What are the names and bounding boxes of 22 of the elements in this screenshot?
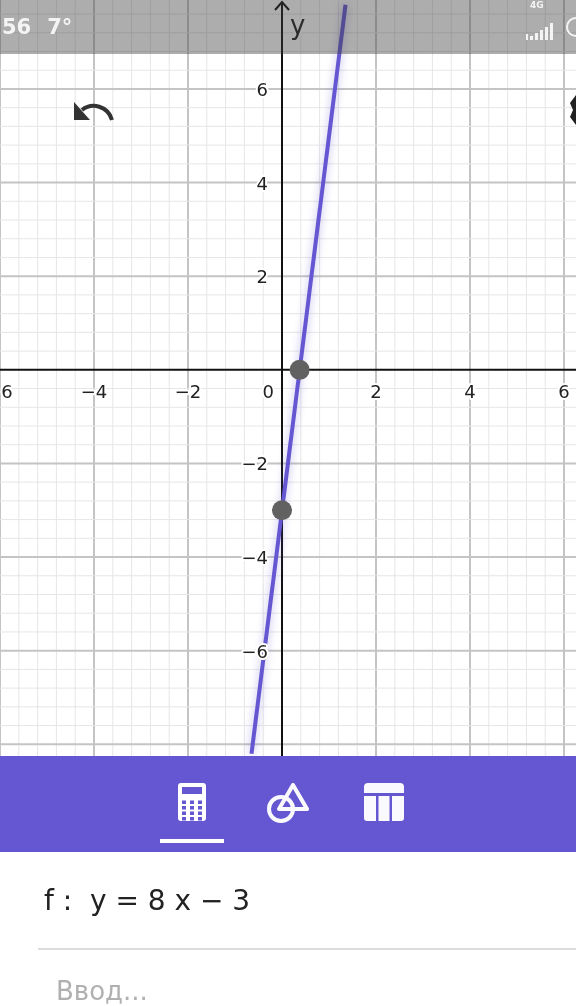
shapes-icon: [267, 781, 309, 823]
tick-label: 2: [256, 266, 268, 288]
tick-label: −2: [174, 380, 202, 402]
table-icon: [364, 783, 404, 821]
tick-label: 4: [256, 172, 268, 194]
tick-label: −2: [241, 453, 268, 475]
axis-label: y: [290, 10, 306, 40]
tick-label: −4: [241, 547, 268, 569]
tick-label: 6: [256, 78, 268, 100]
tick-label: 6: [558, 380, 570, 402]
tick-label: −4: [80, 380, 108, 402]
algebra-entry[interactable]: f : y = 8 x − 3: [38, 883, 251, 917]
tick-label: 6: [1, 380, 13, 402]
status-time: 56: [2, 15, 32, 39]
tick-label: 4: [464, 380, 476, 402]
calculator-icon: [177, 782, 207, 822]
tick-label: 2: [370, 380, 382, 402]
signal-icon: [526, 22, 556, 40]
status-temperature: 7°: [47, 15, 73, 39]
network-label: 4G: [530, 0, 544, 10]
edge-icon: [568, 95, 576, 125]
origin-label: 0: [262, 380, 274, 402]
